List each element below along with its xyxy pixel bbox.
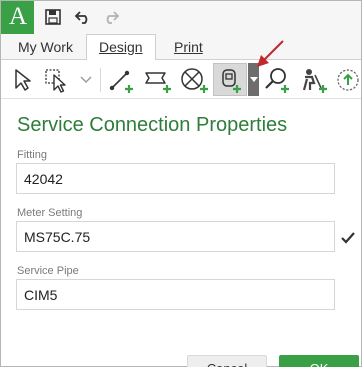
select-dropdown-icon[interactable] (43, 63, 73, 96)
redo-icon[interactable] (100, 7, 122, 27)
tab-print[interactable]: Print (174, 38, 203, 60)
cancel-button[interactable]: Cancel (187, 355, 267, 367)
title-bar: A (1, 1, 361, 34)
tab-my-work[interactable]: My Work (18, 38, 73, 60)
meter-setting-field[interactable] (16, 221, 335, 252)
tab-print-label: Print (174, 39, 203, 55)
add-line-icon[interactable] (107, 63, 137, 96)
meter-setting-label: Meter Setting (17, 207, 83, 219)
logo-letter: A (9, 3, 28, 30)
design-toolbar (1, 60, 361, 99)
ribbon-tabs: My Work Design Print (1, 34, 361, 61)
fitting-label: Fitting (17, 149, 47, 161)
select-arrow-icon[interactable] (10, 63, 36, 96)
undo-icon[interactable] (72, 7, 94, 27)
service-pipe-field[interactable] (16, 279, 335, 310)
add-valve-icon[interactable] (178, 63, 210, 96)
app-window: A My Work Design Print Service Connectio… (0, 0, 362, 367)
service-pipe-label: Service Pipe (17, 265, 79, 277)
tab-design[interactable]: Design (86, 34, 156, 61)
add-worker-icon[interactable] (297, 63, 329, 96)
fitting-field[interactable] (16, 163, 335, 194)
save-icon[interactable] (42, 7, 64, 27)
ok-button[interactable]: OK (279, 355, 359, 367)
add-meter-icon[interactable] (213, 63, 247, 96)
toolbar-separator (100, 68, 101, 92)
annotation-arrow-icon (257, 40, 284, 67)
add-pipe-segment-icon[interactable] (142, 63, 174, 96)
chevron-down-icon[interactable] (78, 63, 94, 96)
dialog-title: Service Connection Properties (17, 114, 288, 136)
tab-design-label: Design (99, 39, 143, 55)
app-logo: A (1, 1, 34, 34)
add-upload-icon[interactable] (335, 63, 361, 96)
checkmark-icon (340, 230, 356, 246)
